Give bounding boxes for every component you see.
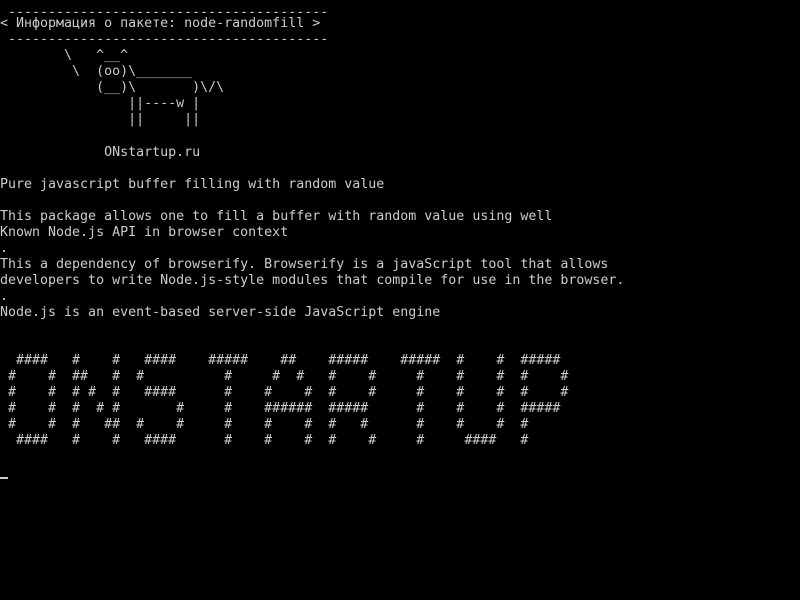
description-line-1: This package allows one to fill a buffer… bbox=[0, 209, 553, 224]
banner-row-1: #### # # #### ##### ## ##### ##### # # #… bbox=[0, 353, 561, 368]
package-summary: Pure javascript buffer filling with rand… bbox=[0, 177, 385, 192]
cow-ascii-line-4: ||----w | bbox=[0, 96, 201, 111]
cow-ascii-line-5: || || bbox=[0, 112, 201, 127]
banner-row-3: # # # # # #### # # # # # # # # # # bbox=[0, 385, 569, 400]
banner-row-6: #### # # #### # # # # # # #### # bbox=[0, 433, 529, 448]
description-separator-2: . bbox=[0, 289, 9, 304]
banner-row-2: # # ## # # # # # # # # # # # # bbox=[0, 369, 569, 384]
description-line-4: developers to write Node.js-style module… bbox=[0, 273, 625, 288]
banner-row-5: # # # ## # # # # # # # # # # # bbox=[0, 417, 529, 432]
cow-ascii-line-2: \ (oo)\_______ bbox=[0, 64, 193, 79]
description-line-2: Known Node.js API in browser context bbox=[0, 225, 289, 240]
cow-ascii-line-3: (__)\ )\/\ bbox=[0, 80, 225, 95]
banner-row-4: # # # # # # # ###### ##### # # # ##### bbox=[0, 401, 561, 416]
terminal-screen[interactable]: ----------------------------------------… bbox=[0, 0, 800, 600]
description-line-5: Node.js is an event-based server-side Ja… bbox=[0, 305, 441, 320]
description-line-3: This a dependency of browserify. Browser… bbox=[0, 257, 609, 272]
cowsay-bubble-text: < Информация о пакете: node-randomfill > bbox=[0, 16, 321, 31]
text-cursor[interactable] bbox=[0, 477, 8, 479]
cowsay-bubble-bottom: ---------------------------------------- bbox=[0, 32, 329, 47]
site-name: ONstartup.ru bbox=[0, 145, 201, 160]
description-separator-1: . bbox=[0, 241, 9, 256]
cow-ascii-line-1: \ ^__^ bbox=[0, 48, 129, 63]
